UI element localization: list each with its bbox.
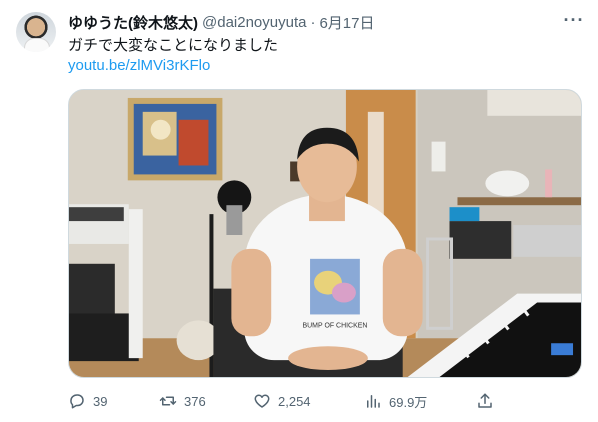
like-count: 2,254 xyxy=(278,393,311,409)
separator-dot: · xyxy=(310,13,316,31)
tweet-text: ガチで大変なことになりました xyxy=(68,37,279,54)
share-icon xyxy=(476,392,494,410)
tweet-date[interactable]: 6月17日 xyxy=(319,12,374,33)
reply-icon xyxy=(68,392,86,410)
retweet-icon xyxy=(159,392,177,410)
reply-count: 39 xyxy=(93,393,108,409)
tweet: ゆゆうた(鈴木悠太) @dai2noyuyuta · 6月17日 ··· ガチで… xyxy=(0,0,598,422)
tweet-link[interactable]: youtu.be/zlMVi3rKFlo xyxy=(68,56,210,76)
views-count: 69.9万 xyxy=(389,394,428,410)
more-horizontal-icon[interactable]: ··· xyxy=(562,10,586,30)
reply-button[interactable]: 39 xyxy=(68,390,107,412)
avatar[interactable] xyxy=(16,12,56,52)
video-thumbnail[interactable]: BUMP OF CHICKEN xyxy=(68,89,582,378)
shirt-print-text: BUMP OF CHICKEN xyxy=(303,322,368,329)
share-button[interactable] xyxy=(476,390,494,412)
views-button[interactable]: 69.9万 xyxy=(364,390,427,412)
display-name[interactable]: ゆゆうた(鈴木悠太) xyxy=(68,12,198,33)
tweet-actions: 39 376 2,254 69.9万 xyxy=(68,390,498,412)
retweet-count: 376 xyxy=(184,393,206,409)
heart-icon xyxy=(253,392,271,410)
views-icon xyxy=(364,392,382,410)
retweet-button[interactable]: 376 xyxy=(159,390,206,412)
like-button[interactable]: 2,254 xyxy=(253,390,311,412)
tweet-header: ゆゆうた(鈴木悠太) @dai2noyuyuta · 6月17日 xyxy=(68,12,548,32)
video-scene: BUMP OF CHICKEN xyxy=(69,90,581,377)
user-handle[interactable]: @dai2noyuyuta xyxy=(202,14,306,31)
